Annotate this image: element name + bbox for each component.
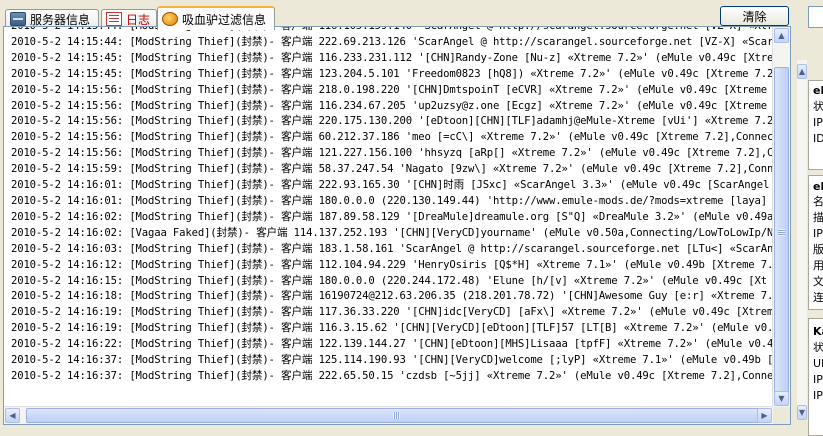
info-label: IP [813,227,823,240]
scrollbar-corner [773,407,790,424]
log-line: 2010-5-2 14:15:56: [ModString Thief](封禁)… [11,131,786,144]
info-group-2: el 名 描 IP 版 用 文 连 [808,175,823,310]
info-label: 文 [813,275,823,288]
tab-log-label: 日志 [126,12,151,27]
log-line: 2010-5-2 14:16:12: [ModString Thief](封禁)… [11,258,780,271]
log-line: 2010-5-2 14:15:44: [ModString Thief](封禁)… [11,35,786,48]
info-label: 版 [813,243,823,256]
log-line: 2010-5-2 14:16:18: [ModString Thief](封禁)… [11,290,786,303]
scroll-left-button[interactable]: ◀ [5,408,20,423]
log-line: 2010-5-2 14:16:01: [ModString Thief](封禁)… [11,179,782,192]
info-label: 状 [813,100,823,113]
info-group-1: el 状 IP ID [808,80,823,170]
right-scroll-up-button[interactable]: ▲ [797,64,807,79]
log-line: 2010-5-2 14:16:02: [ModString Thief](封禁)… [11,210,774,223]
vertical-scrollbar[interactable]: ▲ ▼ [772,27,790,407]
scroll-right-button[interactable]: ▶ [757,408,772,423]
log-line: 2010-5-2 14:16:19: [ModString Thief](封禁)… [11,306,780,319]
right-info-panel: el 状 IP ID el 名 描 IP 版 用 文 连 Ka 状 UD IP … [807,0,823,436]
log-line: 2010-5-2 14:16:19: [ModString Thief](封禁)… [11,322,786,335]
log-line: 2010-5-2 14:15:56: [ModString Thief](封禁)… [11,115,791,128]
tab-leecher-filter-label: 吸血驴过滤信息 [182,12,267,27]
log-line: 2010-5-2 14:15:44: [ModString Thief](封禁)… [11,26,791,32]
info-label: UD [813,357,823,370]
info-label: 用 [813,259,823,272]
server-icon [10,12,26,26]
horizontal-scroll-thumb[interactable] [26,408,766,423]
log-line: 2010-5-2 14:16:22: [ModString Thief](封禁)… [11,338,780,351]
info-label: 连 [813,291,823,304]
log-line: 2010-5-2 14:15:56: [ModString Thief](封禁)… [11,99,791,112]
log-line: 2010-5-2 14:16:03: [ModString Thief](封禁)… [11,242,780,255]
leecher-icon [162,12,178,26]
info-group-3: Ka 状 UD IP IP [808,318,823,436]
info-label: 名 [813,195,823,208]
horizontal-scrollbar[interactable]: ◀ ▶ [4,406,773,424]
tab-leecher-filter[interactable]: 吸血驴过滤信息 [157,6,275,30]
log-line: 2010-5-2 14:15:56: [ModString Thief](封禁)… [11,83,791,96]
log-line: 2010-5-2 14:16:37: [ModString Thief](封禁)… [11,354,786,367]
log-line: 2010-5-2 14:16:15: [ModString Thief](封禁)… [11,274,767,287]
log-textarea[interactable]: 2010-5-2 14:15:44: [ModString Thief](封禁)… [3,26,791,425]
log-line: 2010-5-2 14:15:45: [ModString Thief](封禁)… [11,67,780,80]
log-line: 2010-5-2 14:15:59: [ModString Thief](封禁)… [11,163,786,176]
log-line: 2010-5-2 14:16:37: [ModString Thief](封禁)… [11,369,786,382]
info-label: ID [813,132,823,145]
info-group-1-heading: el [813,84,823,97]
right-search-input[interactable] [808,6,823,28]
info-group-2-heading: el [813,180,823,193]
info-label: IP [813,389,823,402]
vertical-scroll-thumb[interactable] [774,67,789,397]
log-icon [106,12,122,26]
log-line: 2010-5-2 14:16:01: [ModString Thief](封禁)… [11,194,786,207]
info-label: IP [813,116,823,129]
info-label: 描 [813,211,823,224]
scroll-down-button[interactable]: ▼ [774,391,789,406]
log-line: 2010-5-2 14:15:45: [ModString Thief](封禁)… [11,51,786,64]
tab-server-info-label: 服务器信息 [30,12,91,27]
log-line: 2010-5-2 14:15:56: [ModString Thief](封禁)… [11,147,786,160]
log-line: 2010-5-2 14:16:02: [Vagaa Faked](封禁)- 客户… [11,226,786,239]
right-scroll-down-button[interactable]: ▼ [797,405,807,420]
info-label: 状 [813,341,823,354]
scroll-up-button[interactable]: ▲ [774,28,789,43]
clear-button[interactable]: 清除 [720,6,789,26]
info-group-3-heading: Ka [813,325,823,338]
right-panel-scrollbar[interactable]: ▲ ▼ [797,60,807,420]
info-label: IP [813,373,823,386]
log-lines: 2010-5-2 14:15:44: [ModString Thief](封禁)… [11,26,791,385]
